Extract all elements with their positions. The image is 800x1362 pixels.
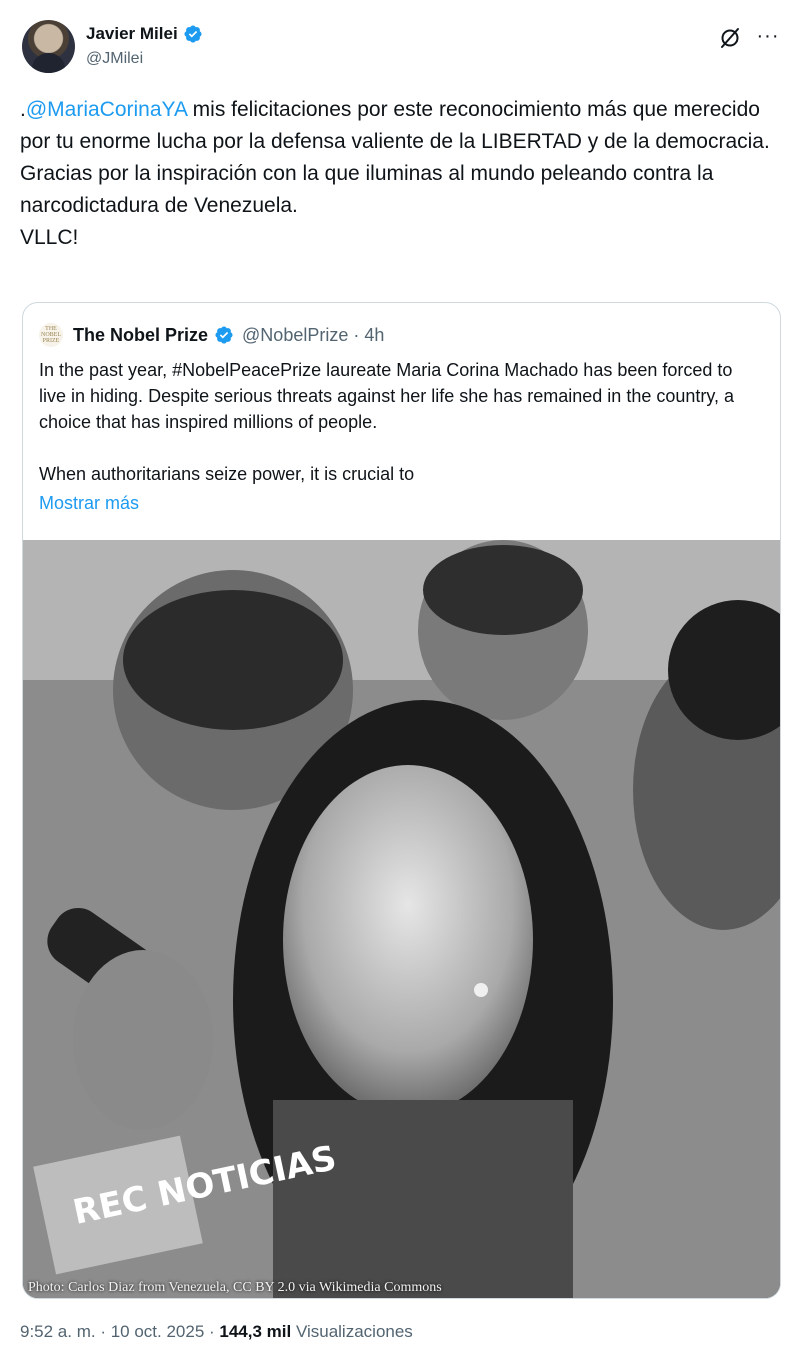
quoted-author-handle[interactable]: @NobelPrize · 4h [242, 325, 384, 346]
quoted-tweet[interactable]: THE NOBEL PRIZE The Nobel Prize @NobelPr… [22, 302, 781, 1299]
tweet-timestamp[interactable]: 9:52 a. m. · 10 oct. 2025 · [20, 1322, 219, 1341]
author-handle[interactable]: @JMilei [86, 50, 143, 68]
nobel-logo-icon[interactable]: THE NOBEL PRIZE [39, 323, 63, 347]
show-more-link[interactable]: Mostrar más [39, 493, 139, 514]
avatar[interactable] [22, 20, 75, 73]
photo-caption: Photo: Carlos Diaz from Venezuela, CC BY… [28, 1280, 442, 1295]
more-icon[interactable]: ··· [756, 26, 780, 50]
tweet-photo[interactable]: REC NOTICIAS Photo: Carlos Diaz from Ven… [23, 540, 780, 1298]
mention-link[interactable]: @MariaCorinaYA [26, 98, 187, 121]
quoted-tweet-header: THE NOBEL PRIZE The Nobel Prize @NobelPr… [39, 323, 384, 347]
quoted-author-name[interactable]: The Nobel Prize [73, 325, 208, 346]
tweet-meta: 9:52 a. m. · 10 oct. 2025 · 144,3 mil Vi… [20, 1322, 413, 1342]
photo-illustration: REC NOTICIAS [23, 540, 780, 1298]
tweet-header: Javier Milei @JMilei ··· [22, 20, 782, 76]
tweet-text: .@MariaCorinaYA mis felicitaciones por e… [20, 94, 780, 254]
grok-icon[interactable] [718, 26, 742, 50]
views-label: Visualizaciones [291, 1322, 413, 1341]
author-name[interactable]: Javier Milei [86, 24, 178, 44]
quoted-tweet-text: In the past year, #NobelPeacePrize laure… [39, 360, 735, 484]
verified-badge-icon [184, 25, 202, 43]
author-name-line: Javier Milei [86, 24, 203, 44]
verified-badge-icon [215, 326, 233, 344]
views-count: 144,3 mil [219, 1322, 292, 1341]
